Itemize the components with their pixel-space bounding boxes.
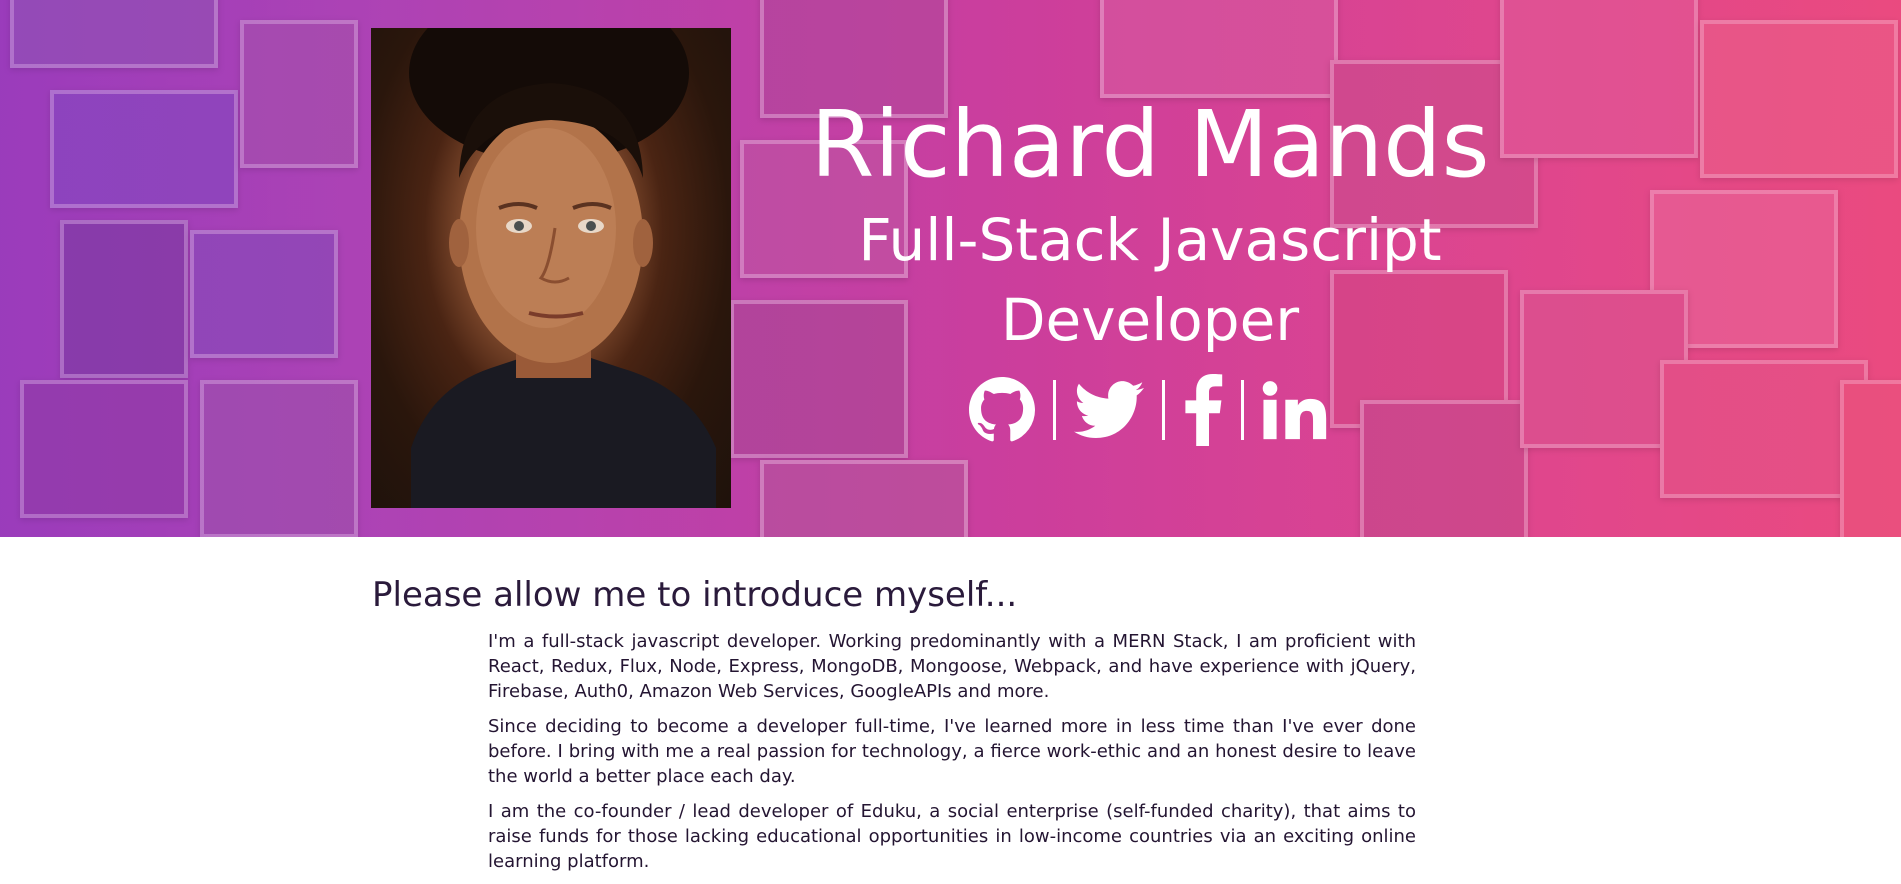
- facebook-link[interactable]: [1183, 374, 1223, 446]
- profile-role: Full-Stack Javascript Developer: [858, 206, 1442, 354]
- about-section: Please allow me to introduce myself... I…: [372, 575, 1422, 884]
- portrait-photo: [371, 28, 731, 508]
- separator: [1161, 380, 1165, 440]
- about-heading: Please allow me to introduce myself...: [372, 575, 1018, 615]
- separator: [1240, 380, 1244, 440]
- github-link[interactable]: [968, 377, 1035, 443]
- linkedin-link[interactable]: [1262, 380, 1332, 440]
- linkedin-icon: [1262, 381, 1326, 440]
- profile-name: Richard Mands: [810, 91, 1490, 198]
- about-paragraph: Since deciding to become a developer ful…: [488, 716, 1416, 787]
- hero-banner: Richard Mands Full-Stack Javascript Deve…: [0, 0, 1901, 537]
- hero-text-block: Richard Mands Full-Stack Javascript Deve…: [780, 90, 1520, 446]
- separator: [1052, 380, 1056, 440]
- facebook-icon: [1184, 374, 1222, 446]
- twitter-icon: [1073, 381, 1144, 438]
- github-icon: [968, 377, 1035, 442]
- about-paragraphs: I'm a full-stack javascript developer. W…: [488, 629, 1416, 874]
- about-paragraph: I am the co-founder / lead developer of …: [488, 801, 1416, 872]
- portrait-illustration: [409, 28, 716, 508]
- twitter-link[interactable]: [1073, 380, 1144, 440]
- social-links: [780, 374, 1520, 446]
- about-paragraph: I'm a full-stack javascript developer. W…: [488, 631, 1416, 702]
